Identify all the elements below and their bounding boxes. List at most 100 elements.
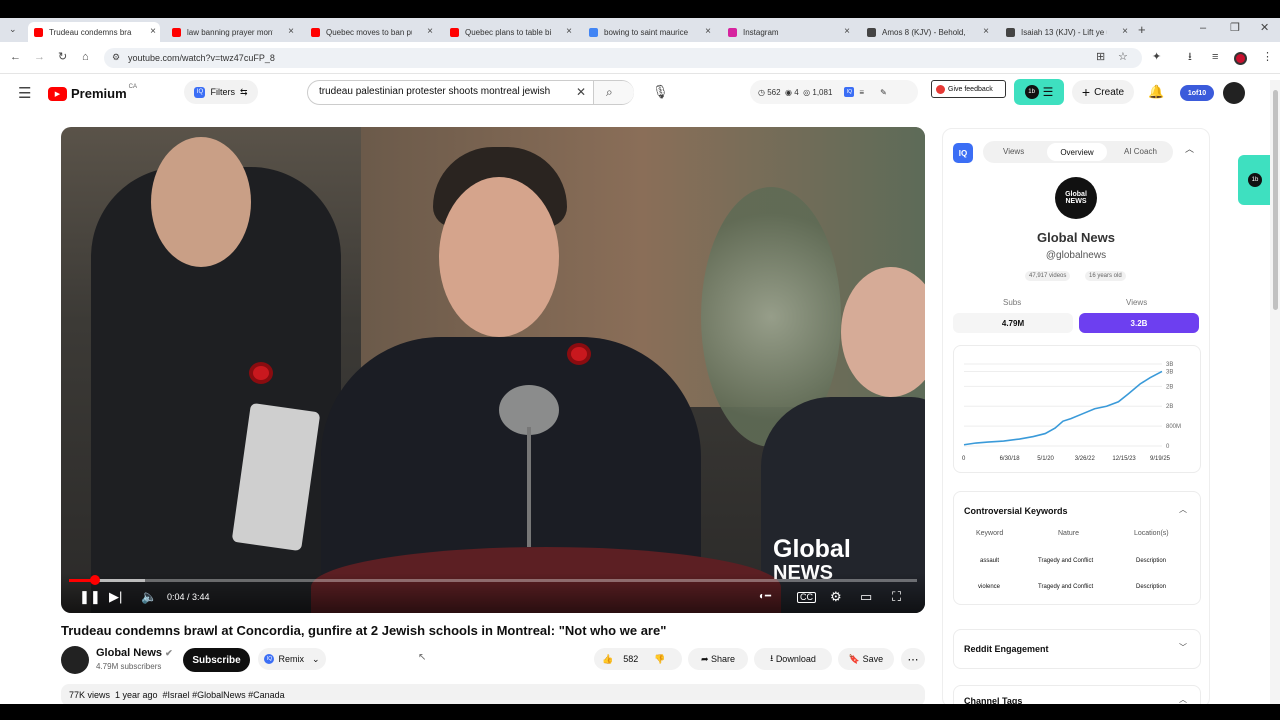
tab-overview[interactable]: Overview [1047, 143, 1107, 161]
more-actions-icon[interactable]: ⋯ [901, 648, 925, 670]
channel-avatar[interactable] [61, 646, 89, 674]
account-avatar[interactable] [1223, 82, 1245, 104]
dislike-icon[interactable]: 👎 [654, 654, 665, 665]
video-player[interactable]: GlobalNEWS ❚❚ ▶| 🔈 0:04 / 3:44 ◐━ CC ⚙ ▭… [61, 127, 925, 613]
filters-button[interactable]: IQ Filters ⇆ [184, 80, 258, 104]
settings-gear-icon[interactable]: ⚙ [830, 590, 842, 603]
search-box[interactable]: ✕ ⌕ [307, 80, 634, 105]
microphone-stand [527, 427, 531, 547]
extensions-icon[interactable]: ✦ [1152, 52, 1161, 63]
forward-icon[interactable]: → [34, 52, 45, 63]
tab-favicon-icon [867, 27, 876, 37]
tab-close-icon[interactable]: × [1122, 26, 1128, 37]
browser-tab[interactable]: Trudeau condemns bra × [28, 22, 160, 42]
new-tab-icon[interactable]: + [1138, 23, 1146, 36]
remix-label: Remix [278, 654, 304, 664]
minimize-icon[interactable]: – [1200, 23, 1206, 34]
tab-close-icon[interactable]: × [150, 26, 156, 37]
collapse-chevron-icon[interactable]: ︿ [1185, 145, 1194, 154]
kw-header-location: Location(s) [1134, 530, 1169, 537]
floating-extension-tab[interactable]: 1b [1238, 155, 1270, 205]
next-icon[interactable]: ▶| [109, 590, 122, 603]
tab-close-icon[interactable]: × [427, 26, 433, 37]
hamburger-icon[interactable]: ☰ [18, 86, 31, 101]
chart-y-tick: 3B [1166, 362, 1173, 368]
browser-tab[interactable]: Quebec moves to ban pu × [305, 22, 437, 42]
keywords-chevron-icon[interactable]: ︿ [1179, 506, 1187, 514]
views-toggle[interactable]: 3.2B [1079, 313, 1199, 333]
tab-close-icon[interactable]: × [983, 26, 989, 37]
verified-icon: ✔ [165, 648, 173, 658]
tab-close-icon[interactable]: × [566, 26, 572, 37]
captions-icon[interactable]: CC [797, 592, 816, 603]
downloads-icon[interactable]: ⭳ [1188, 52, 1192, 63]
progress-bar[interactable] [69, 575, 917, 585]
autoplay-toggle-icon[interactable]: ◐━ [759, 592, 771, 602]
youtube-logo[interactable]: ▶ Premium CA [48, 84, 137, 101]
pause-icon[interactable]: ❚❚ [79, 590, 101, 603]
browser-tab[interactable]: Quebec plans to table bill × [444, 22, 576, 42]
menu-icon[interactable]: ⋮ [1262, 52, 1273, 63]
comment-icon: ◉ [785, 87, 793, 97]
create-button[interactable]: + Create [1072, 80, 1134, 104]
browser-tab[interactable]: Isaiah 13 (KJV) - Lift ye up × [1000, 22, 1132, 42]
close-window-icon[interactable]: ✕ [1260, 23, 1269, 34]
clear-search-icon[interactable]: ✕ [576, 86, 586, 98]
fullscreen-icon[interactable]: ⛶ [892, 590, 901, 603]
like-icon[interactable]: 👍 [602, 654, 613, 665]
browser-tab[interactable]: Amos 8 (KJV) - Behold, th × [861, 22, 993, 42]
tags-chevron-icon[interactable]: ︿ [1179, 696, 1187, 704]
iq-icon[interactable]: IQ [844, 87, 855, 97]
like-count[interactable]: 582 [623, 654, 638, 664]
browser-tab[interactable]: law banning prayer mont × [166, 22, 298, 42]
tab-views[interactable]: Views [1003, 147, 1024, 156]
channel-name[interactable]: Global News ✔ [96, 647, 173, 659]
volume-icon[interactable]: 🔈 [141, 590, 157, 603]
tab-close-icon[interactable]: × [705, 26, 711, 37]
site-info-icon[interactable]: ⚙ [112, 53, 120, 62]
give-feedback-button[interactable]: Give feedback [931, 80, 1006, 98]
description-box[interactable]: 77K views 1 year ago #Israel #GlobalNews… [61, 684, 925, 706]
tab-close-icon[interactable]: × [844, 26, 850, 37]
browser-tab[interactable]: bowing to saint maurice × [583, 22, 715, 42]
extension-badge[interactable]: 1of10 [1180, 85, 1214, 101]
profile-avatar[interactable] [1234, 52, 1247, 65]
url-field[interactable]: ⚙ youtube.com/watch?v=twz47cuFP_8 ⊞ ☆ [104, 48, 1142, 68]
reddit-chevron-icon[interactable]: ﹀ [1179, 644, 1187, 652]
subs-toggle[interactable]: 4.79M [953, 313, 1073, 333]
video-title: Trudeau condemns brawl at Concordia, gun… [61, 623, 667, 638]
browser-tab[interactable]: Instagram × [722, 22, 854, 42]
subscribe-button[interactable]: Subscribe [183, 648, 250, 672]
remix-button[interactable]: IQ Remix ⌄ [258, 648, 326, 670]
restore-icon[interactable]: ❐ [1230, 23, 1240, 34]
home-icon[interactable]: ⌂ [82, 52, 89, 63]
extension-toggle-button[interactable]: 1b ☰ [1014, 79, 1064, 105]
download-button[interactable]: ⭳ Download [754, 648, 832, 670]
reddit-engagement-card[interactable]: Reddit Engagement ﹀ [953, 629, 1201, 669]
search-button[interactable] [593, 81, 634, 104]
filter-list-icon[interactable]: ≡ [859, 88, 864, 97]
remix-chevron-icon[interactable]: ⌄ [312, 654, 320, 665]
tab-ai-coach[interactable]: AI Coach [1124, 147, 1157, 156]
save-button[interactable]: 🔖 Save [838, 648, 894, 670]
notifications-bell-icon[interactable]: 🔔 [1148, 85, 1164, 98]
media-icon[interactable]: ≡ [1212, 52, 1218, 63]
share-button[interactable]: ➦ Share [688, 648, 748, 670]
search-input[interactable] [319, 86, 575, 97]
tab-title: Quebec plans to table bill [465, 27, 551, 37]
download-icon: ⭳ [770, 653, 774, 663]
sidebar-channel-name: Global News [1036, 230, 1116, 245]
theater-mode-icon[interactable]: ▭ [860, 590, 872, 603]
page-scrollbar[interactable] [1270, 80, 1280, 704]
scrollbar-thumb[interactable] [1273, 90, 1278, 310]
back-icon[interactable]: ← [10, 52, 21, 63]
pin-icon[interactable]: ✎ [880, 88, 887, 97]
tab-close-icon[interactable]: × [288, 26, 294, 37]
microphone-icon[interactable]: 🎙 [652, 85, 669, 98]
tab-search-icon[interactable]: ⌄ [9, 25, 17, 34]
bookmark-star-icon[interactable]: ☆ [1118, 52, 1128, 63]
install-icon[interactable]: ⊞ [1096, 52, 1105, 63]
kw-header-keyword: Keyword [976, 530, 1004, 537]
channel-logo-bottom: NEWS [1065, 198, 1087, 205]
reload-icon[interactable]: ↻ [58, 52, 67, 63]
